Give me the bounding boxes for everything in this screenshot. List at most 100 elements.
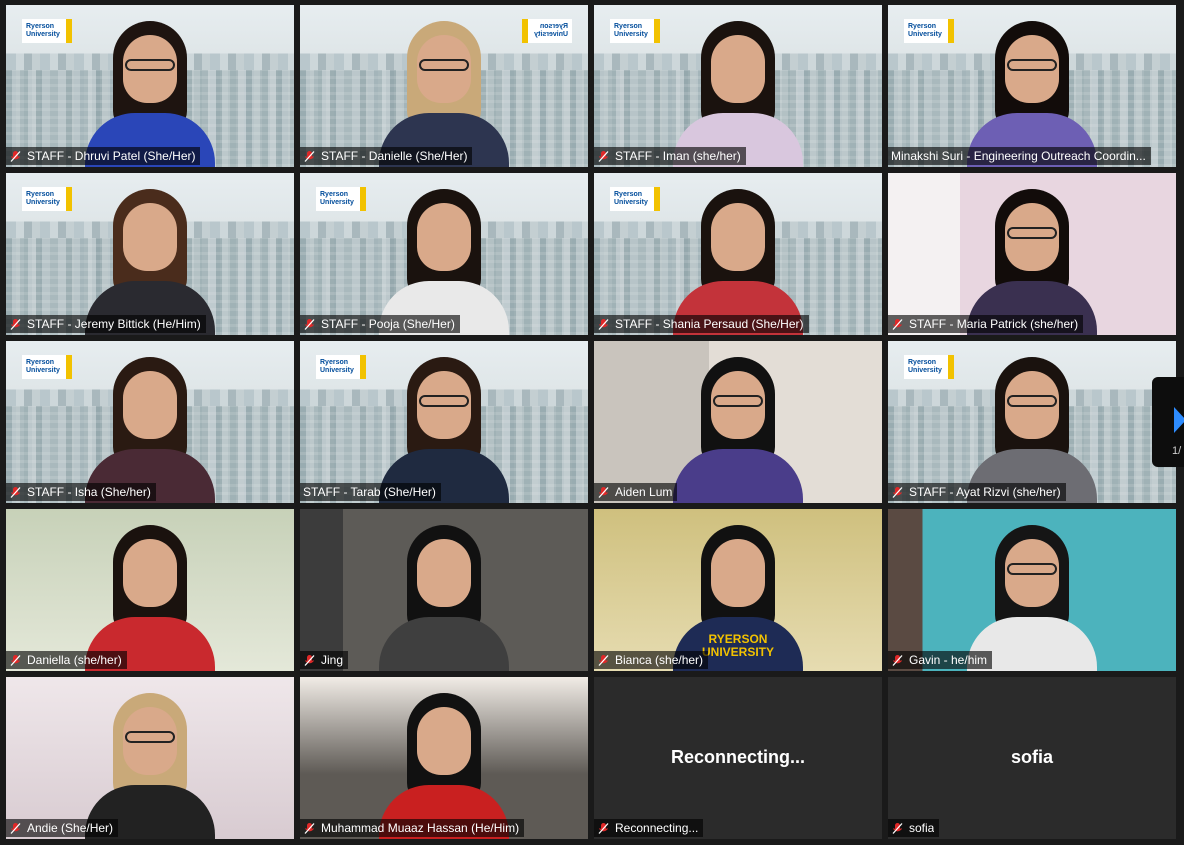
participant-video	[369, 353, 519, 503]
participant-video	[957, 17, 1107, 167]
participant-name-plate: STAFF - Shania Persaud (She/Her)	[594, 315, 809, 333]
participant-name: STAFF - Maria Patrick (she/her)	[909, 317, 1079, 331]
participant-video	[957, 353, 1107, 503]
glasses	[1007, 59, 1057, 71]
muted-mic-icon	[598, 654, 609, 666]
participant-name-plate: Minakshi Suri - Engineering Outreach Coo…	[888, 147, 1151, 165]
participant-tile-staff-jeremy-bittick-he-him[interactable]: Ryerson University STAFF - Jeremy Bittick…	[6, 173, 294, 335]
page-indicator: 1/	[1172, 445, 1182, 457]
ryerson-logo: Ryerson University	[904, 355, 954, 379]
participant-video	[369, 689, 519, 839]
participant-name-plate: STAFF - Pooja (She/Her)	[300, 315, 460, 333]
ryerson-logo: Ryerson University	[610, 187, 660, 211]
participant-name: STAFF - Isha (She/her)	[27, 485, 151, 499]
participant-name-plate: Jing	[300, 651, 349, 669]
participant-video: RYERSON UNIVERSITY	[663, 521, 813, 671]
participant-video	[75, 353, 225, 503]
participant-tile-bianca-she-her[interactable]: RYERSON UNIVERSITY Bianca (she/her)	[594, 509, 882, 671]
face	[417, 539, 471, 607]
participant-name-plate: Bianca (she/her)	[594, 651, 709, 669]
participant-video	[663, 185, 813, 335]
glasses	[1007, 227, 1057, 239]
muted-mic-icon	[10, 654, 21, 666]
participant-name: Aiden Lum	[615, 485, 673, 499]
participant-tile-sofia[interactable]: sofia sofia	[888, 677, 1176, 839]
participant-tile-staff-pooja-she-her[interactable]: Ryerson University STAFF - Pooja (She/Her…	[300, 173, 588, 335]
muted-mic-icon	[598, 150, 609, 162]
participant-tile-aiden-lum[interactable]: Aiden Lum	[594, 341, 882, 503]
participant-tile-staff-maria-patrick-she-her[interactable]: STAFF - Maria Patrick (she/her)	[888, 173, 1176, 335]
participant-name: Andie (She/Her)	[27, 821, 114, 835]
participant-tile-reconnecting[interactable]: Reconnecting... Reconnecting...	[594, 677, 882, 839]
participant-name: STAFF - Jeremy Bittick (He/Him)	[27, 317, 201, 331]
participant-name: STAFF - Shania Persaud (She/Her)	[615, 317, 804, 331]
face	[123, 203, 177, 271]
participant-video	[75, 17, 225, 167]
participant-tile-gavin-he-him[interactable]: Gavin - he/him	[888, 509, 1176, 671]
participant-tile-staff-dhruvi-patel-she-her[interactable]: Ryerson University STAFF - Dhruvi Patel (…	[6, 5, 294, 167]
participant-name: STAFF - Dhruvi Patel (She/Her)	[27, 149, 196, 163]
participant-name-plate: STAFF - Danielle (She/Her)	[300, 147, 473, 165]
glasses	[419, 59, 469, 71]
ryerson-logo: Ryerson University	[522, 19, 572, 43]
muted-mic-icon	[10, 150, 21, 162]
face	[123, 371, 177, 439]
next-page-button[interactable]: 1/	[1152, 377, 1184, 467]
participant-video	[957, 521, 1107, 671]
participant-tile-staff-danielle-she-her[interactable]: Ryerson University STAFF - Danielle (She/…	[300, 5, 588, 167]
face	[417, 707, 471, 775]
participant-tile-staff-shania-persaud-she-her[interactable]: Ryerson University STAFF - Shania Persaud…	[594, 173, 882, 335]
muted-mic-icon	[892, 654, 903, 666]
muted-mic-icon	[598, 822, 609, 834]
ryerson-logo: Ryerson University	[904, 19, 954, 43]
muted-mic-icon	[598, 486, 609, 498]
participant-name-plate: Muhammad Muaaz Hassan (He/Him)	[300, 819, 525, 837]
muted-mic-icon	[304, 654, 315, 666]
participant-video	[75, 521, 225, 671]
participant-name: STAFF - Ayat Rizvi (she/her)	[909, 485, 1061, 499]
participant-name: STAFF - Pooja (She/Her)	[321, 317, 455, 331]
participant-name: STAFF - Danielle (She/Her)	[321, 149, 468, 163]
participant-name: Minakshi Suri - Engineering Outreach Coo…	[891, 149, 1146, 163]
participant-tile-staff-iman-she-her[interactable]: Ryerson University STAFF - Iman (she/her)	[594, 5, 882, 167]
chevron-right-icon	[1174, 407, 1184, 433]
glasses	[125, 59, 175, 71]
video-off-label: sofia	[1010, 747, 1053, 767]
participant-video	[663, 17, 813, 167]
participant-tile-jing[interactable]: Jing	[300, 509, 588, 671]
muted-mic-icon	[304, 318, 315, 330]
glasses	[713, 395, 763, 407]
muted-mic-icon	[892, 318, 903, 330]
participant-tile-muhammad-muaaz-hassan-he-him[interactable]: Muhammad Muaaz Hassan (He/Him)	[300, 677, 588, 839]
torso	[673, 449, 803, 503]
muted-mic-icon	[10, 318, 21, 330]
torso	[379, 617, 509, 671]
participant-tile-daniella-she-her[interactable]: Daniella (she/her)	[6, 509, 294, 671]
participant-name-plate: Reconnecting...	[594, 819, 704, 837]
participant-name: Jing	[321, 653, 344, 667]
face	[123, 539, 177, 607]
participant-name: Muhammad Muaaz Hassan (He/Him)	[321, 821, 520, 835]
participant-tile-staff-tarab-she-her[interactable]: Ryerson University STAFF - Tarab (She/Her…	[300, 341, 588, 503]
participant-tile-andie-she-her[interactable]: Andie (She/Her)	[6, 677, 294, 839]
muted-mic-icon	[892, 486, 903, 498]
participant-tile-staff-isha-she-her[interactable]: Ryerson University STAFF - Isha (She/her)	[6, 341, 294, 503]
video-off-label: Reconnecting...	[670, 747, 805, 767]
muted-mic-icon	[598, 318, 609, 330]
participant-video	[369, 17, 519, 167]
muted-mic-icon	[892, 822, 903, 834]
muted-mic-icon	[304, 150, 315, 162]
participant-name-plate: STAFF - Iman (she/her)	[594, 147, 746, 165]
muted-mic-icon	[304, 822, 315, 834]
participant-tile-minakshi-suri-engineering-outreach-coordin[interactable]: Ryerson University Minakshi Suri - Engine…	[888, 5, 1176, 167]
ryerson-logo: Ryerson University	[22, 355, 72, 379]
participant-name-plate: STAFF - Ayat Rizvi (she/her)	[888, 483, 1066, 501]
ryerson-logo: Ryerson University	[22, 19, 72, 43]
participant-name: Gavin - he/him	[909, 653, 988, 667]
participant-name: Daniella (she/her)	[27, 653, 122, 667]
participant-tile-staff-ayat-rizvi-she-her[interactable]: Ryerson University STAFF - Ayat Rizvi (sh…	[888, 341, 1176, 503]
glasses	[1007, 563, 1057, 575]
participant-name-plate: Daniella (she/her)	[6, 651, 127, 669]
participant-name-plate: Aiden Lum	[594, 483, 678, 501]
participant-name: Bianca (she/her)	[615, 653, 704, 667]
